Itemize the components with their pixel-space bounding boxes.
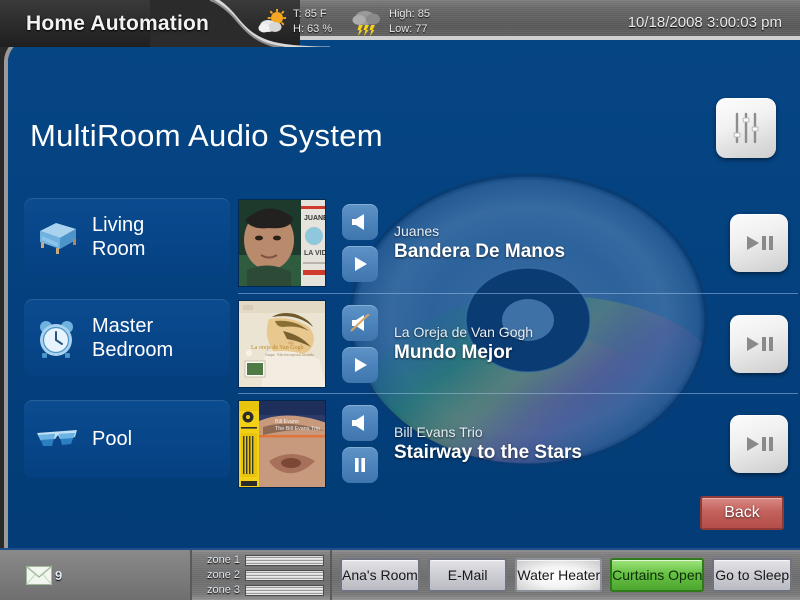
- play-pause-icon: [747, 336, 773, 351]
- zone-slider[interactable]: [245, 584, 324, 596]
- sidebar-item-master-bedroom[interactable]: Master Bedroom: [24, 299, 230, 377]
- weather-current: T: 85 F H: 63 %: [258, 7, 332, 37]
- track-row: JUANES LA VIDA: [238, 193, 798, 293]
- content-area: Living Room Master Bedroom Pool JUAN LA …: [8, 160, 800, 490]
- album-art[interactable]: JUANES LA VIDA: [238, 199, 326, 287]
- zone-levels: zone 1 zone 2 zone 3: [192, 550, 332, 600]
- track-row: La oreja de Van Gogh Guapa · Edición esp…: [238, 293, 798, 393]
- track-list: JUANES LA VIDA: [238, 193, 798, 493]
- track-meta: Juanes Bandera De Manos: [394, 223, 730, 263]
- track-meta: Bill Evans Trio Stairway to the Stars: [394, 424, 730, 464]
- transport-button[interactable]: [342, 446, 378, 483]
- svg-text:LA VIDA: LA VIDA: [304, 250, 326, 257]
- app-title: Home Automation: [26, 12, 210, 35]
- home-automation-app: Home Automation T: 85 F H: 63 % High: 85…: [0, 0, 800, 600]
- zone-slider[interactable]: [245, 554, 324, 566]
- mail-count: 9: [55, 567, 63, 583]
- quick-action-curtains[interactable]: Curtains Open: [610, 558, 705, 592]
- svg-text:JUANES: JUANES: [304, 215, 326, 222]
- page-title: MultiRoom Audio System: [30, 118, 383, 153]
- storm-cloud-icon: [352, 11, 380, 36]
- mail-indicator[interactable]: 9: [0, 550, 192, 600]
- zone-row[interactable]: zone 1: [198, 554, 324, 566]
- bottom-status-bar: 9 zone 1 zone 2 zone 3 Ana's Room E-Mail…: [0, 548, 800, 600]
- track-artist: Juanes: [394, 223, 440, 239]
- weather-forecast: High: 85 Low: 77: [352, 7, 430, 37]
- weather-low: Low: 77: [389, 23, 428, 35]
- quick-action-go-to-sleep[interactable]: Go to Sleep: [712, 558, 792, 592]
- transport-button[interactable]: [342, 346, 378, 383]
- track-controls: [342, 204, 378, 282]
- quick-action-buttons: Ana's Room E-Mail Water Heater Curtains …: [332, 558, 800, 592]
- svg-text:La oreja de Van Gogh: La oreja de Van Gogh: [251, 345, 304, 351]
- equalizer-button[interactable]: [716, 98, 776, 158]
- track-row: Bill Evans The Bill Evans Trio Bill Evan…: [238, 393, 798, 493]
- track-title: Mundo Mejor: [394, 341, 513, 363]
- pause-icon: [355, 457, 365, 472]
- sofa-icon: [40, 223, 76, 254]
- play-icon: [355, 257, 367, 271]
- album-art[interactable]: La oreja de Van Gogh Guapa · Edición esp…: [238, 299, 326, 388]
- zone-row[interactable]: zone 3: [198, 584, 324, 596]
- bill-evans-trio-cover: Bill Evans The Bill Evans Trio: [239, 400, 325, 487]
- speaker-on-icon: [352, 414, 364, 431]
- album-art[interactable]: Bill Evans The Bill Evans Trio: [238, 399, 326, 488]
- play-pause-icon: [747, 236, 773, 250]
- sliders-icon: [733, 112, 759, 144]
- speaker-on-icon: [352, 214, 364, 230]
- zone-label: zone 2: [206, 569, 240, 581]
- weather-high: High: 85: [389, 8, 430, 20]
- track-title: Bandera De Manos: [394, 241, 566, 262]
- zone-slider[interactable]: [245, 569, 324, 581]
- track-artist: La Oreja de Van Gogh: [394, 323, 534, 340]
- zone-row[interactable]: zone 2: [198, 569, 324, 581]
- sidebar-item-label: Master Bedroom: [92, 315, 174, 361]
- clock-display: 10/18/2008 3:00:03 pm: [627, 14, 782, 31]
- back-button[interactable]: Back: [700, 496, 784, 530]
- sunglasses-icon: [37, 430, 77, 446]
- la-oreja-de-van-gogh-cover: La oreja de Van Gogh Guapa · Edición esp…: [239, 300, 325, 387]
- track-controls: [342, 404, 378, 483]
- play-pause-icon: [747, 436, 773, 451]
- weather-humidity: H: 63 %: [293, 23, 333, 35]
- svg-text:Bill Evans: Bill Evans: [275, 419, 299, 425]
- sidebar-item-pool[interactable]: Pool: [24, 400, 230, 478]
- play-pause-button[interactable]: [730, 214, 788, 272]
- play-icon: [355, 357, 367, 372]
- volume-button[interactable]: [342, 204, 378, 240]
- envelope-icon: [26, 565, 52, 585]
- transport-button[interactable]: [342, 246, 378, 282]
- main-panel: MultiRoom Audio System Living Room Maste…: [8, 40, 800, 548]
- sidebar-item-label: Living Room: [92, 214, 146, 260]
- track-title: Stairway to the Stars: [394, 441, 582, 463]
- juanes-la-vida-cover: JUANES LA VIDA: [239, 200, 326, 286]
- sidebar-item-living-room[interactable]: Living Room: [24, 198, 230, 276]
- track-controls: [342, 304, 378, 383]
- volume-button[interactable]: [342, 304, 378, 341]
- zone-label: zone 1: [206, 554, 240, 566]
- play-pause-button[interactable]: [730, 414, 788, 473]
- sidebar-item-label: Pool: [92, 428, 133, 450]
- quick-action-email[interactable]: E-Mail: [427, 558, 508, 592]
- track-artist: Bill Evans Trio: [394, 423, 483, 440]
- sun-cloud-icon: [258, 9, 286, 33]
- play-pause-button[interactable]: [730, 314, 788, 373]
- back-button-label: Back: [724, 504, 760, 521]
- quick-action-water-heater[interactable]: Water Heater: [515, 558, 603, 592]
- svg-text:Guapa · Edición especial limit: Guapa · Edición especial limitada: [265, 353, 314, 357]
- track-meta: La Oreja de Van Gogh Mundo Mejor: [394, 324, 730, 364]
- volume-button[interactable]: [342, 404, 378, 441]
- room-selector-list: Living Room Master Bedroom Pool: [24, 198, 230, 501]
- speaker-mute-icon: [350, 313, 370, 332]
- zone-label: zone 3: [206, 584, 240, 596]
- quick-action-anas-room[interactable]: Ana's Room: [340, 558, 420, 592]
- weather-temp: T: 85 F: [293, 8, 327, 20]
- alarm-clock-icon: [40, 321, 73, 358]
- svg-text:The Bill Evans Trio: The Bill Evans Trio: [275, 426, 320, 432]
